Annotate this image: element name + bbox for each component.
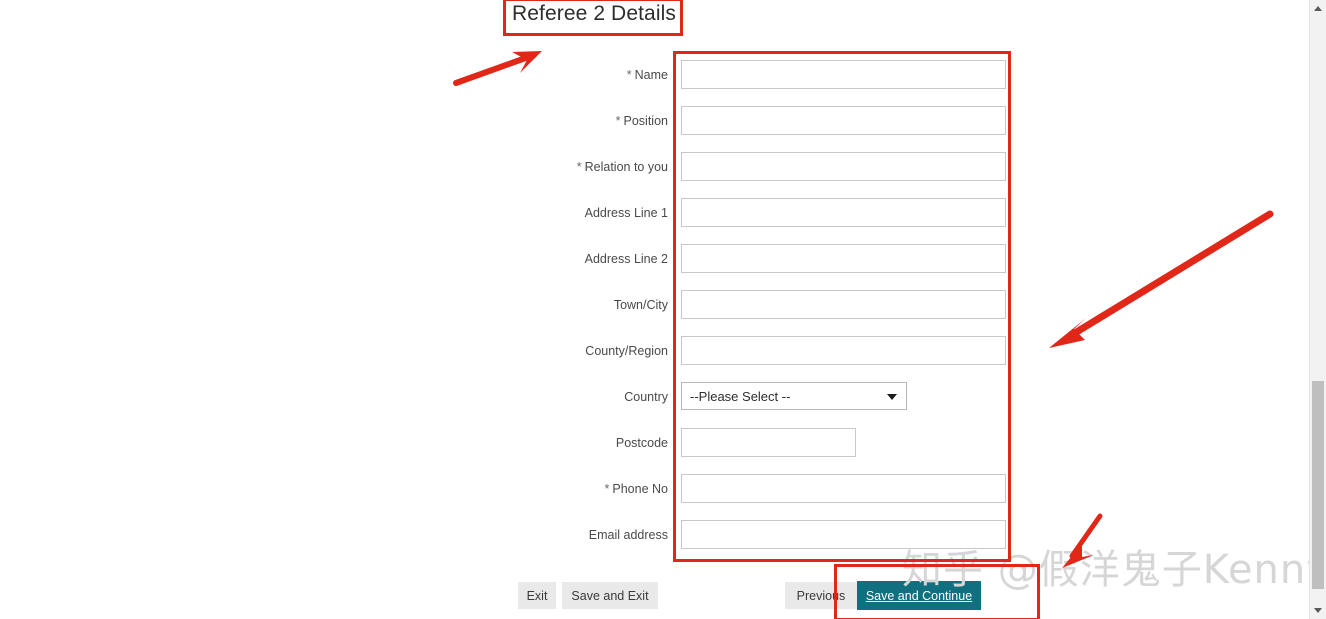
required-marker: * (615, 114, 621, 128)
field-label: Town/City (400, 290, 670, 320)
field-label-text: Address Line 2 (584, 252, 668, 266)
page-root: Referee 2 Details * Name * Position * Relatio… (0, 0, 1326, 619)
field-label: Address Line 2 (400, 244, 670, 274)
field-input[interactable] (681, 474, 1006, 503)
field-label: Postcode (400, 428, 670, 458)
field-label-text: Relation to you (584, 160, 668, 174)
save-and-continue-label: Save and Continue (865, 589, 973, 603)
field-label-text: County/Region (585, 344, 668, 358)
field-label-text: Address Line 1 (584, 206, 668, 220)
field-input[interactable] (681, 336, 1006, 365)
field-label: * Position (400, 106, 670, 136)
country-select[interactable]: --Please Select -- (681, 382, 907, 410)
field-input[interactable] (681, 152, 1006, 181)
form-row: * Position (0, 106, 1300, 140)
country-select-box[interactable]: --Please Select -- (681, 382, 907, 410)
form-row: Address Line 2 (0, 244, 1300, 278)
required-marker: * (604, 482, 610, 496)
field-input[interactable] (681, 106, 1006, 135)
form-row: County/Region (0, 336, 1300, 370)
form-row: Town/City (0, 290, 1300, 324)
required-marker: * (626, 68, 632, 82)
save-and-exit-button[interactable]: Save and Exit (562, 582, 658, 609)
field-label: Country (400, 382, 670, 412)
field-label: * Phone No (400, 474, 670, 504)
scroll-up-arrow-icon[interactable] (1310, 0, 1326, 17)
save-and-continue-button[interactable]: Save and Continue (857, 581, 981, 610)
field-label-text: Position (623, 114, 668, 128)
field-label-text: Town/City (613, 298, 668, 312)
field-input[interactable] (681, 520, 1006, 549)
required-marker: * (576, 160, 582, 174)
form-row: * Phone No (0, 474, 1300, 508)
form-row: Postcode (0, 428, 1300, 462)
field-label-text: Name (634, 68, 668, 82)
country-select-value: --Please Select -- (690, 389, 791, 404)
field-label: Email address (400, 520, 670, 550)
field-input[interactable] (681, 198, 1006, 227)
field-input[interactable] (681, 428, 856, 457)
exit-button[interactable]: Exit (518, 582, 556, 609)
scrollbar-thumb[interactable] (1312, 381, 1324, 589)
vertical-scrollbar[interactable] (1309, 0, 1326, 619)
field-label-text: Postcode (615, 436, 668, 450)
chevron-down-icon[interactable] (887, 394, 897, 400)
form-row: Address Line 1 (0, 198, 1300, 232)
scroll-down-arrow-icon[interactable] (1310, 602, 1326, 619)
form-row: * Name (0, 60, 1300, 94)
form-row: Country --Please Select -- (0, 382, 1300, 416)
field-label-text: Phone No (612, 482, 668, 496)
field-input[interactable] (681, 244, 1006, 273)
field-label: * Name (400, 60, 670, 90)
field-label: County/Region (400, 336, 670, 366)
page-title: Referee 2 Details (512, 2, 676, 25)
field-label-text: Country (624, 390, 668, 404)
form-row: Email address (0, 520, 1300, 554)
field-label: Address Line 1 (400, 198, 670, 228)
form-row: * Relation to you (0, 152, 1300, 186)
field-label-text: Email address (588, 528, 668, 542)
field-label: * Relation to you (400, 152, 670, 182)
previous-button[interactable]: Previous (785, 582, 857, 609)
field-input[interactable] (681, 60, 1006, 89)
field-input[interactable] (681, 290, 1006, 319)
